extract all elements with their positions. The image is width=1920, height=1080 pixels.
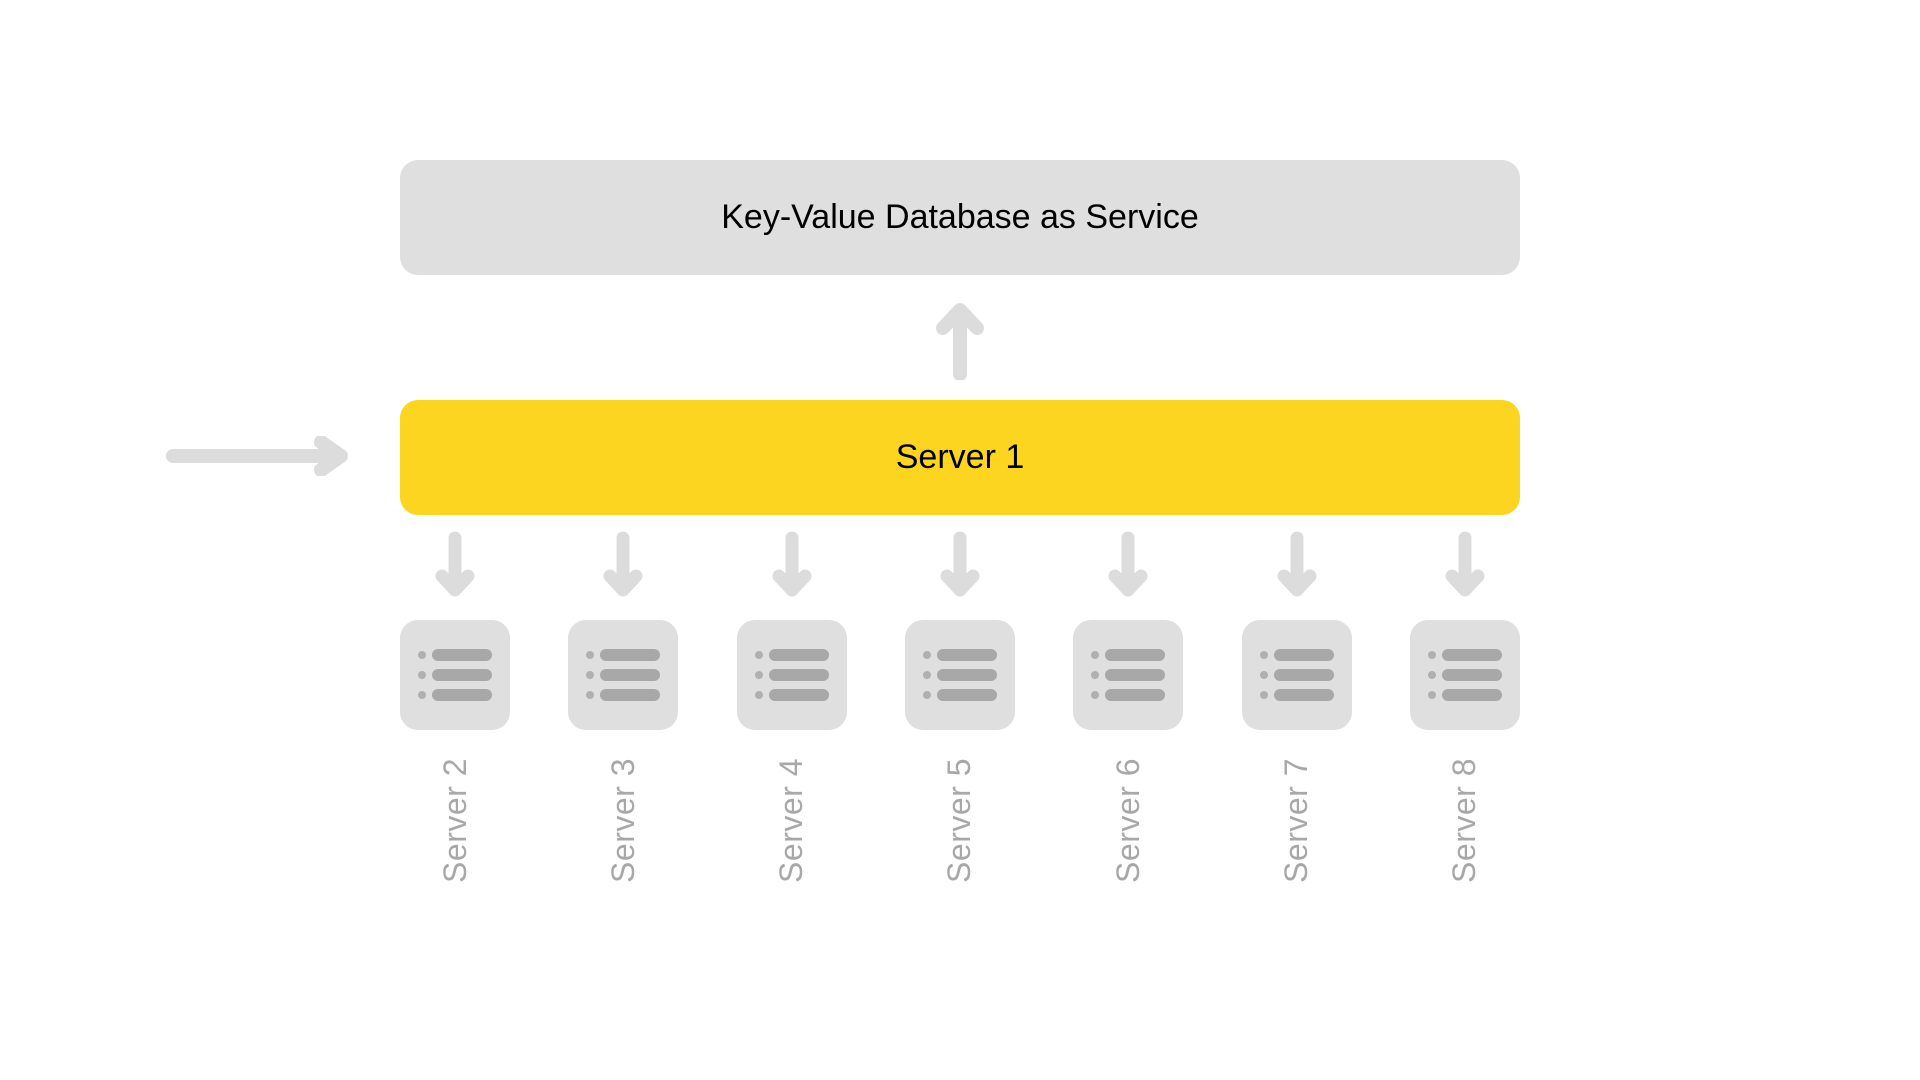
kv-database-service-block: Key-Value Database as Service	[400, 160, 1520, 275]
arrow-right-icon	[165, 436, 355, 476]
server-label: Server 3	[605, 758, 642, 883]
server-column: Server 3	[568, 530, 678, 883]
storage-icon	[400, 620, 510, 730]
server-column: Server 6	[1073, 530, 1183, 883]
architecture-diagram: Key-Value Database as Service Server 1	[0, 0, 1920, 1080]
arrow-down-icon	[1445, 530, 1485, 600]
server-column: Server 8	[1410, 530, 1520, 883]
arrow-up-icon	[935, 300, 985, 380]
arrow-down-icon	[435, 530, 475, 600]
server-1-block: Server 1	[400, 400, 1520, 515]
storage-icon	[1242, 620, 1352, 730]
downstream-servers-row: Server 2 Server 3 Server 4	[400, 530, 1520, 883]
kv-database-label: Key-Value Database as Service	[721, 198, 1199, 237]
storage-icon	[568, 620, 678, 730]
arrow-down-icon	[1108, 530, 1148, 600]
server-label: Server 7	[1278, 758, 1315, 883]
arrow-down-icon	[940, 530, 980, 600]
server-label: Server 2	[437, 758, 474, 883]
server-label: Server 6	[1110, 758, 1147, 883]
server-label: Server 4	[773, 758, 810, 883]
storage-icon	[1410, 620, 1520, 730]
server-column: Server 2	[400, 530, 510, 883]
arrow-down-icon	[603, 530, 643, 600]
arrow-down-icon	[772, 530, 812, 600]
storage-icon	[1073, 620, 1183, 730]
server-column: Server 4	[737, 530, 847, 883]
arrow-down-icon	[1277, 530, 1317, 600]
server-column: Server 5	[905, 530, 1015, 883]
storage-icon	[905, 620, 1015, 730]
server-label: Server 5	[941, 758, 978, 883]
storage-icon	[737, 620, 847, 730]
server-label: Server 8	[1446, 758, 1483, 883]
server-column: Server 7	[1242, 530, 1352, 883]
server-1-label: Server 1	[896, 438, 1025, 477]
